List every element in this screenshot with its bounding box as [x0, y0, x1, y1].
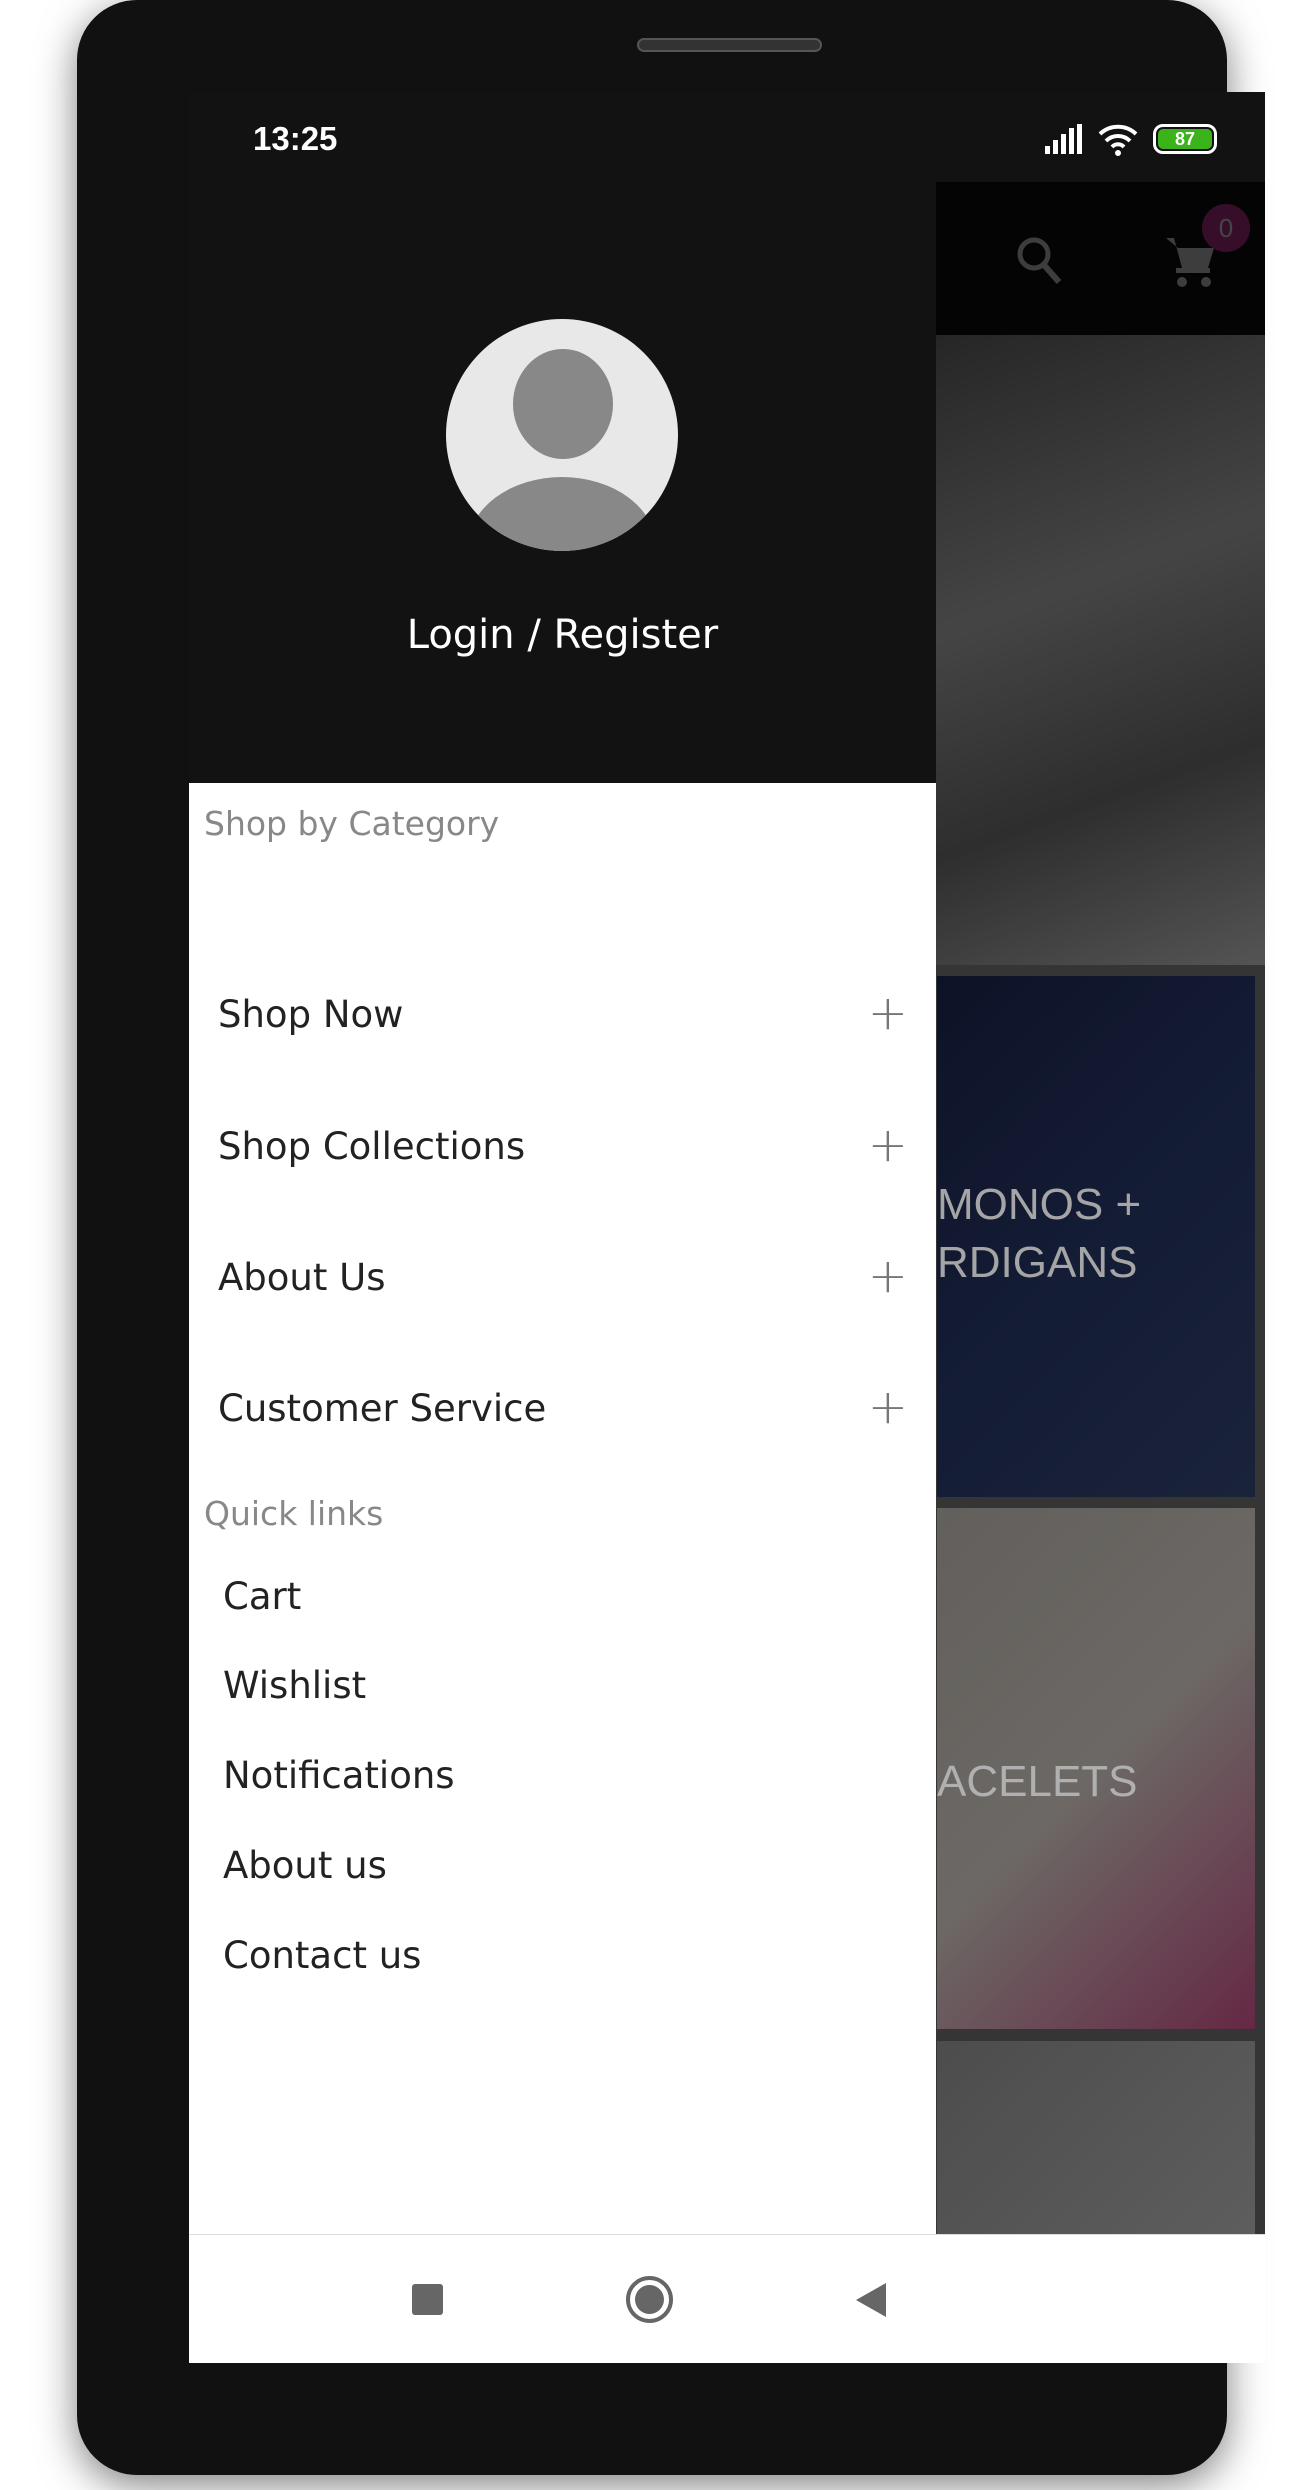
menu-item-shop-collections[interactable]: Shop Collections + [218, 1121, 908, 1169]
menu-item-label: Shop Now [218, 993, 404, 1036]
home-icon[interactable] [626, 2276, 673, 2323]
status-time: 13:25 [253, 120, 338, 157]
screen: 13:25 87 0 MONOS + RDIGANS ACELETS Login… [189, 92, 1265, 2363]
menu-item-about-us[interactable]: About Us + [218, 1252, 908, 1300]
menu-item-customer-service[interactable]: Customer Service + [218, 1383, 908, 1431]
status-bar: 13:25 87 [189, 92, 1265, 182]
system-nav-bar [189, 2234, 1265, 2363]
plus-icon[interactable]: + [868, 1252, 908, 1300]
wifi-icon [1098, 124, 1138, 156]
menu-item-label: Shop Collections [218, 1125, 526, 1168]
quick-link-notifications[interactable]: Notifications [223, 1754, 455, 1797]
shop-by-category-heading: Shop by Category [204, 804, 500, 843]
navigation-drawer: Login / Register Shop by Category Shop N… [189, 182, 936, 2234]
menu-item-label: Customer Service [218, 1387, 547, 1430]
battery-level: 87 [1158, 129, 1212, 149]
speaker-grille [637, 38, 822, 52]
signal-icon [1045, 124, 1082, 154]
quick-link-about-us[interactable]: About us [223, 1844, 387, 1887]
plus-icon[interactable]: + [868, 989, 908, 1037]
menu-item-label: About Us [218, 1256, 386, 1299]
drawer-header: Login / Register [189, 182, 936, 783]
login-register-link[interactable]: Login / Register [189, 612, 936, 658]
menu-item-shop-now[interactable]: Shop Now + [218, 989, 908, 1037]
battery-icon: 87 [1153, 124, 1217, 154]
quick-link-contact-us[interactable]: Contact us [223, 1934, 421, 1977]
quick-links-heading: Quick links [204, 1494, 384, 1533]
back-icon[interactable] [854, 2281, 888, 2319]
recents-icon[interactable] [412, 2284, 443, 2315]
quick-link-cart[interactable]: Cart [223, 1575, 301, 1618]
plus-icon[interactable]: + [868, 1121, 908, 1169]
avatar[interactable] [446, 319, 678, 551]
plus-icon[interactable]: + [868, 1383, 908, 1431]
quick-link-wishlist[interactable]: Wishlist [223, 1664, 366, 1707]
